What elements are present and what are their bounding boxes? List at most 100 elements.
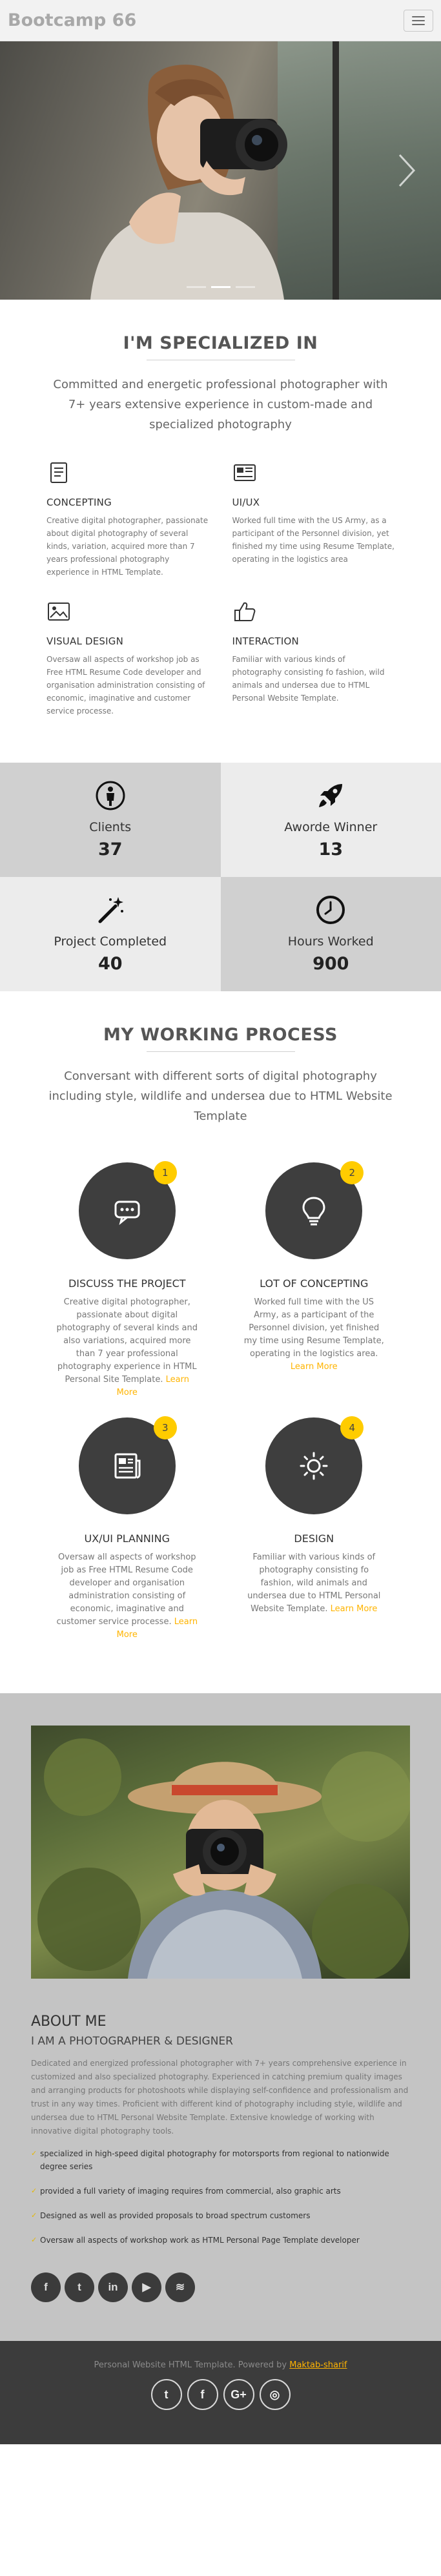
step-title: DISCUSS THE PROJECT [68, 1277, 186, 1290]
chat-icon [114, 1200, 140, 1225]
stat-item: Clients 37 [0, 763, 221, 877]
hamburger-icon-line [412, 19, 425, 21]
stat-value: 40 [97, 954, 123, 974]
list-item: specialized in high-speed digital photog… [31, 2147, 410, 2173]
list-item: provided a full variety of imaging requi… [31, 2185, 410, 2198]
about-bullet-list: specialized in high-speed digital photog… [31, 2147, 410, 2247]
process-step: 4 DESIGN Familiar with various kinds of … [234, 1416, 395, 1642]
step-text: Familiar with various kinds of photograp… [247, 1552, 381, 1614]
carousel-indicator-active[interactable] [210, 286, 231, 288]
linkedin-icon[interactable]: in [98, 2272, 128, 2302]
step-number: 4 [340, 1416, 364, 1439]
thumbs-up-icon [234, 602, 255, 621]
google-plus-icon[interactable]: G+ [223, 2379, 254, 2410]
footer-credit-link[interactable]: Maktab-sharif [289, 2360, 347, 2370]
carousel-indicator[interactable] [186, 286, 206, 288]
feature-text: Creative digital photographer, passionat… [46, 516, 209, 577]
hamburger-icon-line [412, 23, 425, 25]
feature-item: UI/UX Worked full time with the US Army,… [232, 460, 395, 579]
youtube-icon[interactable]: ▶ [132, 2272, 161, 2302]
step-title: LOT OF CONCEPTING [260, 1277, 369, 1290]
stat-label: Aworde Winner [284, 820, 378, 834]
specialized-section: I'M SPECIALIZED IN Committed and energet… [0, 300, 441, 763]
process-step: 2 LOT OF CONCEPTING Worked full time wit… [234, 1161, 395, 1399]
list-item: Oversaw all aspects of workshop work as … [31, 2234, 410, 2247]
step-badge: 1 [78, 1161, 177, 1259]
stat-item: Hours Worked 900 [220, 877, 441, 991]
lightbulb-icon [302, 1197, 325, 1226]
feature-grid: CONCEPTING Creative digital photographer… [46, 460, 395, 717]
about-paragraph: Dedicated and energized professional pho… [31, 2059, 409, 2136]
process-step: 1 DISCUSS THE PROJECT Creative digital p… [46, 1161, 208, 1399]
working-process-section: MY WORKING PROCESS Conversant with diffe… [0, 991, 441, 1693]
feature-title: UI/UX [232, 497, 260, 508]
learn-more-link[interactable]: Learn More [331, 1604, 378, 1614]
stats-section: Clients 37 Aworde Winner 13 Project Comp… [0, 763, 441, 991]
hamburger-icon-line [412, 15, 425, 17]
document-icon [50, 462, 67, 483]
instagram-icon[interactable]: ◎ [259, 2379, 291, 2410]
section-title: MY WORKING PROCESS [103, 1025, 338, 1045]
stat-label: Clients [89, 820, 132, 834]
hero-photographer-image [90, 65, 287, 300]
facebook-icon[interactable]: f [187, 2379, 218, 2410]
process-steps: 1 DISCUSS THE PROJECT Creative digital p… [46, 1161, 395, 1642]
step-text: Creative digital photographer, passionat… [56, 1297, 198, 1397]
layout-icon [233, 464, 256, 481]
step-text: Oversaw all aspects of workshop job as F… [56, 1552, 198, 1640]
feature-text: Worked full time with the US Army, as a … [232, 516, 395, 564]
step-text: Worked full time with the US Army, as a … [243, 1297, 384, 1372]
step-number: 2 [340, 1161, 364, 1184]
hamburger-menu-button[interactable] [404, 9, 433, 32]
feature-text: Oversaw all aspects of workshop job as F… [46, 655, 205, 716]
about-subheading: I AM A PHOTOGRAPHER & DESIGNER [31, 2035, 233, 2048]
process-step: 3 UX/UI PLANNING Oversaw all aspects of … [46, 1416, 208, 1642]
feature-item: INTERACTION Familiar with various kinds … [232, 599, 395, 717]
step-badge: 3 [78, 1416, 177, 1514]
stat-item: Project Completed 40 [0, 877, 221, 991]
rocket-icon [319, 784, 343, 807]
twitter-icon[interactable]: t [65, 2272, 94, 2302]
step-badge: 4 [265, 1416, 364, 1514]
brand-logo[interactable]: Bootcamp 66 [8, 10, 136, 30]
chevron-right-icon[interactable] [396, 151, 418, 190]
learn-more-link[interactable]: Learn More [291, 1362, 338, 1372]
title-divider [146, 1051, 295, 1052]
stat-label: Hours Worked [287, 934, 374, 949]
stat-item: Aworde Winner 13 [220, 763, 441, 877]
image-icon [48, 603, 70, 621]
about-photo-illustration [37, 1738, 410, 1979]
navbar: Bootcamp 66 [0, 0, 441, 41]
carousel-indicator[interactable] [235, 286, 255, 288]
section-lead: Committed and energetic professional pho… [53, 378, 388, 431]
section-title: I'M SPECIALIZED IN [123, 333, 318, 353]
stat-value: 900 [313, 954, 349, 974]
facebook-icon[interactable]: f [31, 2272, 61, 2302]
about-section: ABOUT ME I AM A PHOTOGRAPHER & DESIGNER … [0, 1693, 441, 2341]
feature-title: INTERACTION [232, 635, 299, 647]
twitter-icon[interactable]: t [150, 2379, 182, 2410]
footer-credit: Personal Website HTML Template. Powered … [94, 2360, 347, 2370]
feature-title: VISUAL DESIGN [46, 635, 123, 647]
section-lead: Conversant with different sorts of digit… [48, 1069, 393, 1123]
step-title: DESIGN [294, 1532, 334, 1545]
stat-value: 13 [318, 840, 344, 860]
magic-wand-icon [98, 897, 123, 923]
spotify-icon[interactable]: ≋ [165, 2272, 195, 2302]
sun-icon [300, 1452, 328, 1480]
hero-carousel [0, 41, 441, 300]
step-number: 1 [153, 1161, 177, 1184]
feature-text: Familiar with various kinds of photograp… [232, 655, 385, 703]
footer-social-links: t f G+ ◎ [0, 2379, 441, 2410]
step-title: UX/UI PLANNING [84, 1532, 170, 1545]
about-heading: ABOUT ME [31, 2014, 107, 2030]
feature-item: CONCEPTING Creative digital photographer… [46, 460, 209, 579]
clock-icon [316, 896, 345, 924]
step-badge: 2 [265, 1161, 364, 1259]
stat-label: Project Completed [54, 934, 167, 949]
carousel-indicators [0, 286, 441, 288]
footer: Personal Website HTML Template. Powered … [0, 2341, 441, 2444]
feature-title: CONCEPTING [46, 497, 112, 508]
feature-item: VISUAL DESIGN Oversaw all aspects of wor… [46, 599, 209, 717]
step-number: 3 [153, 1416, 177, 1439]
